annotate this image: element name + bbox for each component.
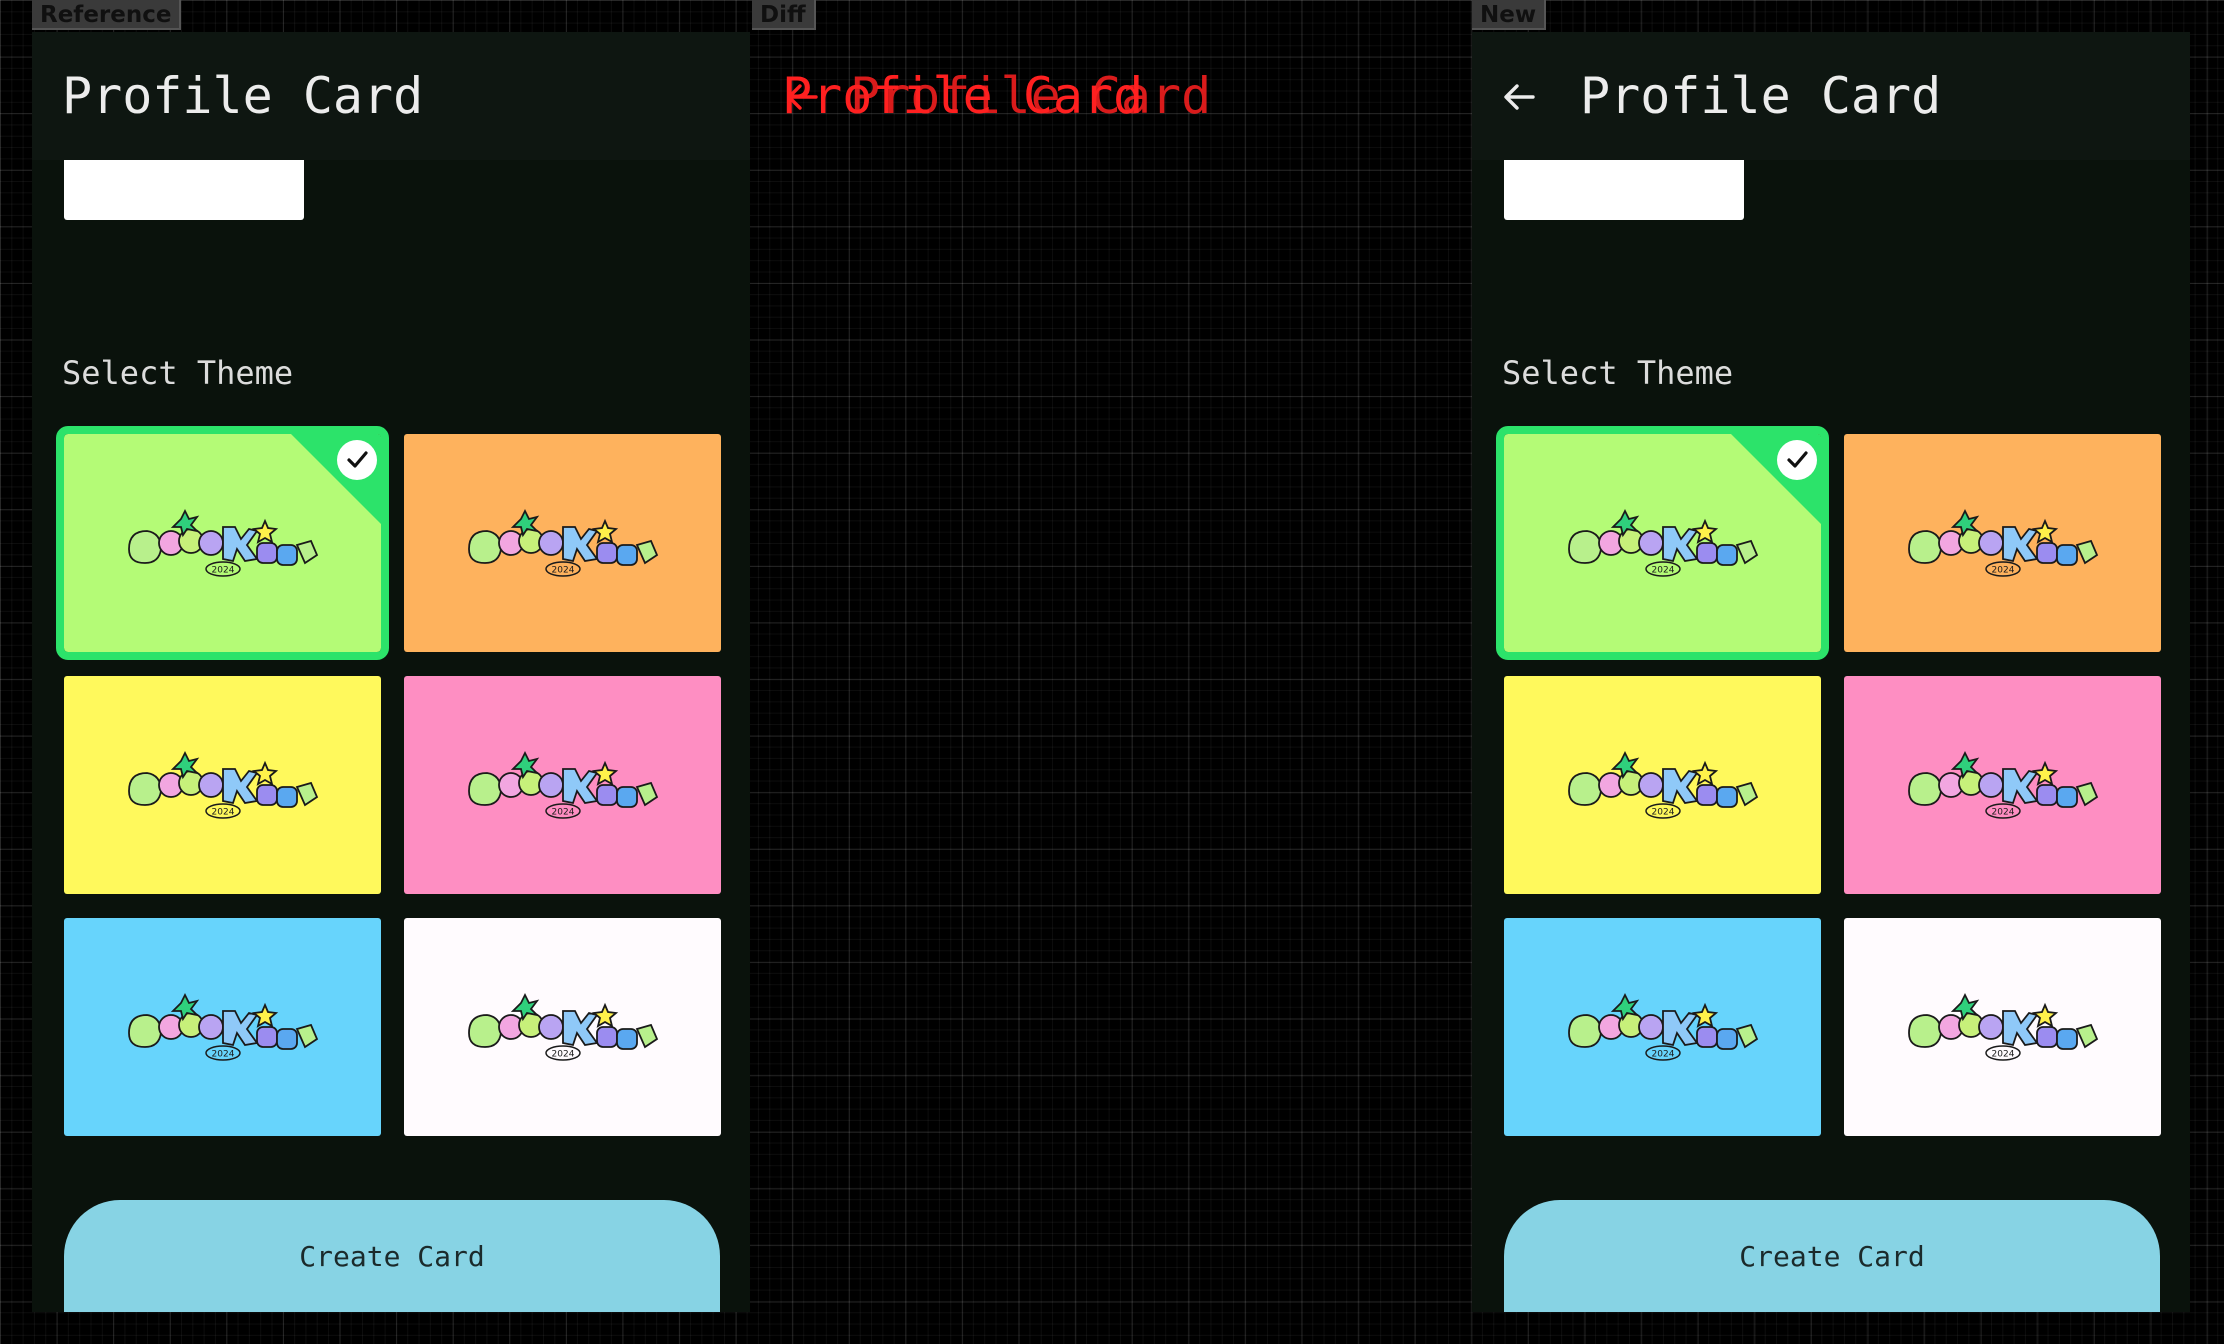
diff-title-new: Profile Card <box>850 67 1212 125</box>
svg-text:2024: 2024 <box>1651 1050 1674 1060</box>
svg-text:2024: 2024 <box>1651 808 1674 818</box>
diff-pane: Profile Card Profile Card <box>752 32 1470 1312</box>
theme-option-orange[interactable]: 2024 <box>1844 434 2161 652</box>
back-button[interactable] <box>1494 72 1544 122</box>
droidkaigi-logo: 2024 <box>1905 505 2101 581</box>
svg-text:2024: 2024 <box>551 1050 574 1060</box>
svg-text:2024: 2024 <box>211 808 234 818</box>
reference-pane: Profile Card Select Theme 2024 2024 2024… <box>32 32 750 1312</box>
svg-text:2024: 2024 <box>1991 566 2014 576</box>
droidkaigi-logo: 2024 <box>465 505 661 581</box>
page-title: Profile Card <box>1580 67 1942 125</box>
top-app-bar: Profile Card <box>1472 32 2190 160</box>
svg-text:2024: 2024 <box>1991 808 2014 818</box>
theme-option-pink[interactable]: 2024 <box>1844 676 2161 894</box>
droidkaigi-logo: 2024 <box>465 989 661 1065</box>
droidkaigi-logo: 2024 <box>1905 989 2101 1065</box>
top-app-bar: Profile Card <box>32 32 750 160</box>
svg-text:2024: 2024 <box>551 566 574 576</box>
theme-option-orange[interactable]: 2024 <box>404 434 721 652</box>
droidkaigi-logo: 2024 <box>125 989 321 1065</box>
name-input[interactable] <box>64 160 304 220</box>
theme-option-blue[interactable]: 2024 <box>1504 918 1821 1136</box>
new-tag: New <box>1472 0 1547 30</box>
theme-option-blue[interactable]: 2024 <box>64 918 381 1136</box>
reference-tag: Reference <box>32 0 182 30</box>
theme-option-yellow[interactable]: 2024 <box>64 676 381 894</box>
svg-text:2024: 2024 <box>211 566 234 576</box>
droidkaigi-logo: 2024 <box>1565 989 1761 1065</box>
diff-tag: Diff <box>752 0 816 30</box>
droidkaigi-logo: 2024 <box>1905 747 2101 823</box>
select-theme-label: Select Theme <box>1502 354 1734 392</box>
arrow-left-icon <box>1504 84 1535 110</box>
checkmark-icon <box>1777 440 1817 480</box>
svg-text:2024: 2024 <box>551 808 574 818</box>
svg-text:2024: 2024 <box>211 1050 234 1060</box>
select-theme-label: Select Theme <box>62 354 294 392</box>
new-pane: Profile Card Select Theme 2024 2024 2024… <box>1472 32 2190 1312</box>
theme-option-white[interactable]: 2024 <box>1844 918 2161 1136</box>
theme-option-white[interactable]: 2024 <box>404 918 721 1136</box>
create-card-button[interactable]: Create Card <box>1504 1200 2160 1312</box>
checkmark-icon <box>337 440 377 480</box>
name-input[interactable] <box>1504 160 1744 220</box>
droidkaigi-logo: 2024 <box>1565 747 1761 823</box>
theme-option-yellow[interactable]: 2024 <box>1504 676 1821 894</box>
droidkaigi-logo: 2024 <box>125 747 321 823</box>
page-title: Profile Card <box>62 67 424 125</box>
svg-text:2024: 2024 <box>1651 566 1674 576</box>
theme-option-green[interactable]: 2024 <box>1496 426 1829 660</box>
droidkaigi-logo: 2024 <box>465 747 661 823</box>
theme-option-pink[interactable]: 2024 <box>404 676 721 894</box>
create-card-button[interactable]: Create Card <box>64 1200 720 1312</box>
svg-text:2024: 2024 <box>1991 1050 2014 1060</box>
diff-arrow-left-icon <box>787 84 818 110</box>
theme-option-green[interactable]: 2024 <box>56 426 389 660</box>
